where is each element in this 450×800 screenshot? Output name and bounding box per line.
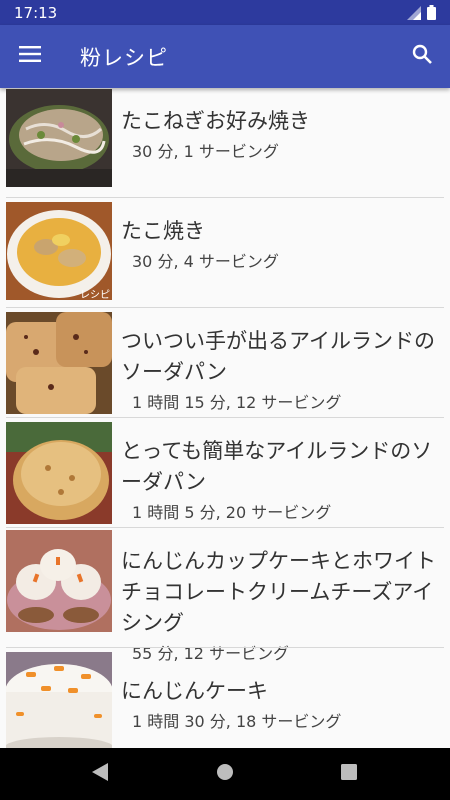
recipe-thumbnail	[6, 530, 112, 632]
back-icon	[92, 763, 108, 785]
home-icon	[216, 763, 234, 785]
recipe-thumbnail: レシピ	[6, 202, 112, 300]
recipe-meta: 1 時間 5 分, 20 サービング	[132, 503, 332, 522]
recipe-list: たこねぎお好み焼き 30 分, 1 サービング レシピ たこ焼き 30 分, 4…	[0, 88, 450, 748]
status-icons	[407, 5, 436, 24]
recipe-item[interactable]: レシピ たこ焼き 30 分, 4 サービング	[0, 198, 450, 308]
app-title: 粉レシピ	[80, 46, 168, 70]
recipe-meta: 1 時間 30 分, 18 サービング	[132, 712, 342, 731]
recipe-title: にんじんケーキ	[121, 679, 268, 703]
recipe-item[interactable]: とっても簡単なアイルランドのソーダパン 1 時間 5 分, 20 サービング	[0, 418, 450, 528]
search-button[interactable]	[400, 34, 444, 78]
back-button[interactable]	[87, 761, 113, 787]
recipe-meta: 30 分, 4 サービング	[132, 252, 279, 271]
recipe-title: とっても簡単なアイルランドのソーダパン	[121, 439, 433, 494]
recipe-thumbnail	[6, 422, 112, 524]
home-button[interactable]	[212, 761, 238, 787]
signal-icon	[407, 5, 421, 24]
navigation-bar	[0, 748, 450, 800]
recents-icon	[341, 764, 357, 784]
recipe-thumbnail	[6, 312, 112, 414]
recipe-item[interactable]: にんじんカップケーキとホワイトチョコレートクリームチーズアイシング 55 分, …	[0, 528, 450, 663]
app-bar: 粉レシピ	[0, 25, 450, 88]
svg-text:レシピ: レシピ	[80, 289, 110, 300]
recipe-meta: 30 分, 1 サービング	[132, 142, 279, 161]
recipe-thumbnail	[6, 89, 112, 187]
recipe-item[interactable]: たこねぎお好み焼き 30 分, 1 サービング	[0, 88, 450, 198]
status-bar: 17:13	[0, 0, 450, 25]
recipe-thumbnail	[6, 652, 112, 748]
recipe-title: にんじんカップケーキとホワイトチョコレートクリームチーズアイシング	[121, 549, 436, 635]
recipe-title: ついつい手が出るアイルランドのソーダパン	[121, 329, 435, 384]
menu-icon	[19, 46, 41, 66]
recipe-title: たこねぎお好み焼き	[121, 109, 310, 133]
menu-button[interactable]	[8, 34, 52, 78]
recents-button[interactable]	[336, 761, 362, 787]
status-time: 17:13	[14, 4, 58, 22]
search-icon	[412, 44, 432, 68]
recipe-item[interactable]: ついつい手が出るアイルランドのソーダパン 1 時間 15 分, 12 サービング	[0, 308, 450, 418]
battery-icon	[427, 5, 436, 24]
recipe-item[interactable]: にんじんケーキ 1 時間 30 分, 18 サービング	[0, 648, 450, 748]
recipe-meta: 1 時間 15 分, 12 サービング	[132, 393, 342, 412]
recipe-title: たこ焼き	[121, 219, 205, 243]
